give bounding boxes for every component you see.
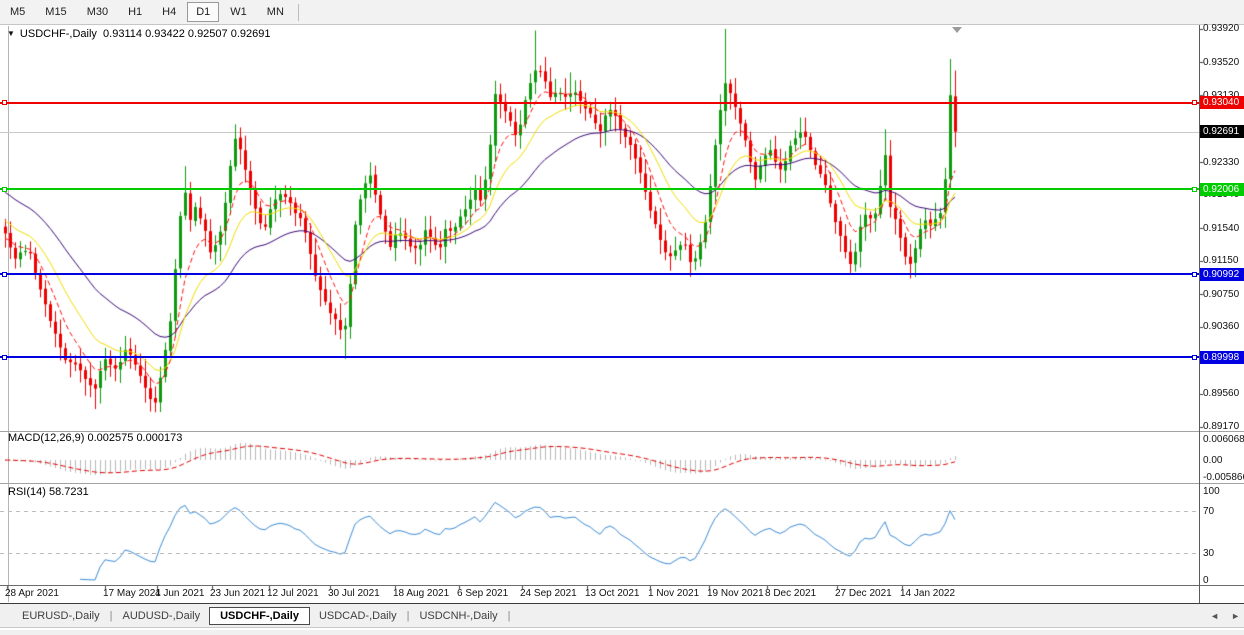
tab-scroll-left-icon[interactable]: ◄ bbox=[1210, 611, 1219, 621]
macd-axis-label: 0.00 bbox=[1203, 455, 1222, 466]
trading-terminal-window: M5M15M30H1H4D1W1MN ▼USDCHF-,Daily 0.9311… bbox=[0, 0, 1244, 635]
support-line[interactable] bbox=[0, 273, 1199, 275]
tab-scroll-right-icon[interactable]: ► bbox=[1231, 611, 1240, 621]
date-axis-label: 14 Jan 2022 bbox=[900, 588, 955, 599]
ohlc-low: 0.92507 bbox=[188, 28, 228, 40]
tab-separator: | bbox=[407, 610, 410, 622]
tab-audusd[interactable]: AUDUSD-,Daily bbox=[113, 607, 209, 625]
price-axis-label: 0.89560 bbox=[1203, 388, 1239, 399]
rsi-level-line bbox=[0, 511, 1199, 512]
price-axis-label: 0.90360 bbox=[1203, 321, 1239, 332]
line-end-handle[interactable] bbox=[2, 272, 7, 277]
line-end-handle[interactable] bbox=[2, 100, 7, 105]
date-axis-label: 27 Dec 2021 bbox=[835, 588, 892, 599]
window-bottom-edge bbox=[0, 629, 1244, 635]
resistance-line[interactable] bbox=[0, 102, 1199, 104]
tab-separator: | bbox=[110, 610, 113, 622]
macd-main-value: 0.002575 bbox=[87, 432, 133, 444]
date-axis-label: 12 Jul 2021 bbox=[267, 588, 319, 599]
price-axis-label: 0.91150 bbox=[1203, 255, 1238, 266]
price-axis-label: 0.92330 bbox=[1203, 157, 1239, 168]
chart-title: ▼ USDCHF-,Daily 0.93114 0.93422 0.92507 0… bbox=[7, 28, 270, 40]
price-line-tag: 0.89998 bbox=[1200, 351, 1244, 364]
tab-usdcnh[interactable]: USDCNH-,Daily bbox=[410, 607, 506, 625]
price-axis-label: 0.89170 bbox=[1203, 421, 1239, 432]
rsi-axis-label: 70 bbox=[1203, 506, 1214, 517]
line-end-handle[interactable] bbox=[1192, 272, 1197, 277]
tab-separator: | bbox=[508, 610, 511, 622]
rsi-level-line bbox=[0, 553, 1199, 554]
rsi-axis-label: 0 bbox=[1203, 575, 1209, 586]
ohlc-close: 0.92691 bbox=[231, 28, 271, 40]
date-axis-label: 24 Sep 2021 bbox=[520, 588, 577, 599]
date-axis-label: 28 Apr 2021 bbox=[5, 588, 59, 599]
chart-dropdown-icon[interactable]: ▼ bbox=[7, 29, 15, 38]
tab-eurusd[interactable]: EURUSD-,Daily bbox=[13, 607, 109, 625]
macd-axis-label: 0.006068 bbox=[1203, 434, 1244, 445]
rsi-axis-label: 30 bbox=[1203, 548, 1214, 559]
rsi-axis-label: 100 bbox=[1203, 486, 1220, 497]
tab-usdcad[interactable]: USDCAD-,Daily bbox=[310, 607, 406, 625]
price-line-tag: 0.90992 bbox=[1200, 268, 1244, 281]
date-axis-label: 4 Jun 2021 bbox=[155, 588, 205, 599]
date-axis-label: 19 Nov 2021 bbox=[707, 588, 764, 599]
ohlc-high: 0.93422 bbox=[145, 28, 185, 40]
support-line[interactable] bbox=[0, 356, 1199, 358]
price-line-tag: 0.93040 bbox=[1200, 96, 1244, 109]
ohlc-open: 0.93114 bbox=[103, 28, 142, 40]
date-axis-label: 17 May 2021 bbox=[103, 588, 161, 599]
rsi-indicator-label: RSI(14) 58.7231 bbox=[8, 486, 89, 498]
line-end-handle[interactable] bbox=[1192, 100, 1197, 105]
support-line[interactable] bbox=[0, 188, 1199, 190]
date-axis-label: 8 Dec 2021 bbox=[765, 588, 816, 599]
price-axis-label: 0.93920 bbox=[1203, 23, 1239, 34]
line-end-handle[interactable] bbox=[2, 355, 7, 360]
macd-indicator-label: MACD(12,26,9) 0.002575 0.000173 bbox=[8, 432, 182, 444]
price-chart-canvas[interactable] bbox=[0, 0, 1244, 635]
price-line-tag: 0.92006 bbox=[1200, 183, 1244, 196]
date-axis-label: 18 Aug 2021 bbox=[393, 588, 449, 599]
symbol-tab-bar: EURUSD-,Daily|AUDUSD-,DailyUSDCHF-,Daily… bbox=[0, 604, 1244, 628]
date-axis-label: 1 Nov 2021 bbox=[648, 588, 699, 599]
rsi-value: 58.7231 bbox=[49, 486, 89, 498]
date-axis-label: 6 Sep 2021 bbox=[457, 588, 508, 599]
line-end-handle[interactable] bbox=[1192, 187, 1197, 192]
bid-price-tag: 0.92691 bbox=[1200, 125, 1244, 138]
macd-axis-label: -0.005866 bbox=[1203, 472, 1244, 483]
date-axis-label: 13 Oct 2021 bbox=[585, 588, 639, 599]
line-end-handle[interactable] bbox=[2, 187, 7, 192]
date-axis-label: 23 Jun 2021 bbox=[210, 588, 265, 599]
macd-signal-value: 0.000173 bbox=[136, 432, 182, 444]
price-axis-label: 0.91540 bbox=[1203, 223, 1239, 234]
tab-usdchf[interactable]: USDCHF-,Daily bbox=[209, 607, 310, 625]
date-axis-label: 30 Jul 2021 bbox=[328, 588, 380, 599]
price-axis-label: 0.93520 bbox=[1203, 57, 1239, 68]
tab-scroll-buttons: ◄ ► bbox=[1210, 604, 1240, 628]
chart-shift-marker-icon[interactable] bbox=[952, 27, 962, 33]
chart-symbol-period: USDCHF-,Daily bbox=[20, 28, 97, 40]
price-axis-label: 0.90750 bbox=[1203, 289, 1239, 300]
line-end-handle[interactable] bbox=[1192, 355, 1197, 360]
